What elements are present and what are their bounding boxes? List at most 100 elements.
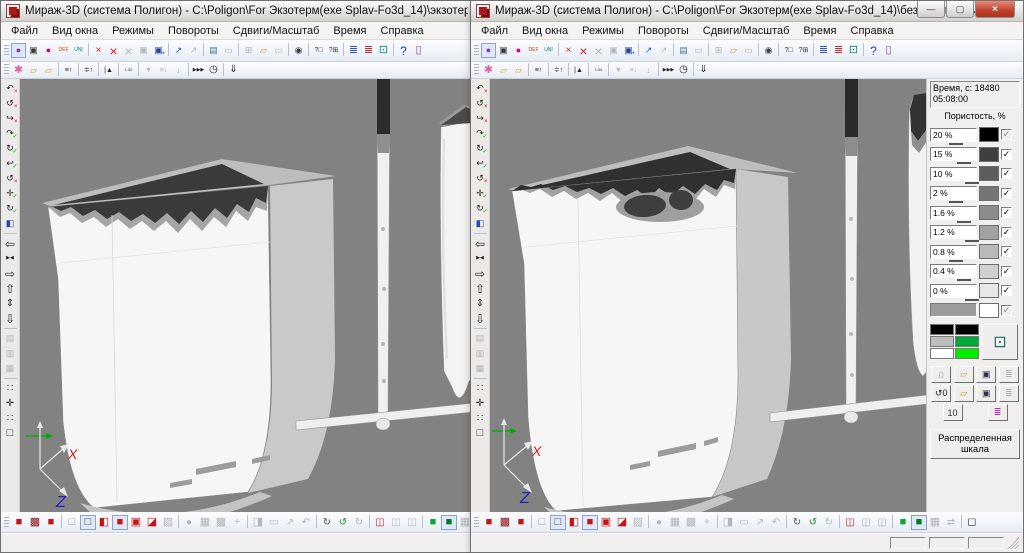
scale-value-slider[interactable] — [949, 201, 963, 203]
scale-color-swatch[interactable] — [979, 225, 999, 240]
menu-view-window[interactable]: Вид окна — [515, 24, 575, 38]
time-sort-up-icon[interactable]: ≡↑ — [531, 63, 546, 78]
palette-color-cell[interactable] — [955, 348, 979, 359]
folder-export-icon[interactable]: ▱ — [256, 43, 271, 58]
palette-color-cell[interactable] — [930, 324, 954, 335]
palette-icon[interactable]: ● — [481, 43, 496, 58]
rotate-x-pos-icon[interactable]: ↷✓ — [472, 126, 489, 141]
menu-modes[interactable]: Режимы — [575, 24, 631, 38]
cube-outline-icon[interactable]: ◻ — [964, 515, 980, 530]
folder-open-icon[interactable]: ▱ — [26, 63, 41, 78]
time-sort-up-icon[interactable]: ≡↑ — [61, 63, 76, 78]
help-icon[interactable]: ? — [396, 43, 411, 58]
render-mode-icon[interactable]: ▣ — [496, 43, 511, 58]
window-info2-icon[interactable]: ?⊞ — [326, 43, 341, 58]
menu-modes[interactable]: Режимы — [105, 24, 161, 38]
pan-down-icon[interactable]: ⇩ — [2, 311, 19, 326]
scale-value-slider[interactable] — [957, 162, 971, 164]
delete-all-icon[interactable]: × — [576, 43, 591, 58]
toolbar-grip[interactable] — [474, 64, 479, 76]
scale-value-field[interactable]: 0.4 % — [930, 264, 977, 278]
cube-green-icon[interactable]: ■ — [895, 515, 911, 530]
menu-help[interactable]: Справка — [844, 24, 901, 38]
folder-open2-icon[interactable]: ▱ — [511, 63, 526, 78]
view-cube-icon[interactable]: ◧ — [2, 216, 19, 231]
cube-wire-icon[interactable]: □ — [550, 515, 566, 530]
cube-hatch-icon[interactable]: ▩ — [497, 515, 513, 530]
chart-icon[interactable]: ↗ — [171, 43, 186, 58]
delete-point-icon[interactable]: × — [561, 43, 576, 58]
help-icon[interactable]: ? — [866, 43, 881, 58]
pan-up-icon[interactable]: ⇧ — [472, 281, 489, 296]
zoom-in-icon[interactable]: ∷ — [472, 381, 489, 396]
zoom-out-icon[interactable]: ∷ — [2, 411, 19, 426]
time-grid-icon[interactable]: 1:30 — [121, 63, 136, 78]
delete-point-icon[interactable]: × — [91, 43, 106, 58]
scale-visibility-checkbox[interactable]: ✓ — [1001, 285, 1012, 296]
scale-value-slider[interactable] — [965, 299, 979, 301]
cube-green-icon[interactable]: ■ — [425, 515, 441, 530]
refresh-green-icon[interactable]: ↺ — [805, 515, 821, 530]
chart-icon[interactable]: ↗ — [641, 43, 656, 58]
rotate-y-neg-icon[interactable]: ↺× — [472, 96, 489, 111]
viewport-3d[interactable]: X Z — [20, 79, 473, 512]
scale-color-swatch[interactable] — [979, 283, 999, 298]
view-cube-icon[interactable]: ◧ — [472, 216, 489, 231]
scale-color-swatch[interactable] — [979, 244, 999, 259]
cube-solid-icon[interactable]: ■ — [481, 515, 497, 530]
refresh-green-icon[interactable]: ↺ — [335, 515, 351, 530]
cube-solid-icon[interactable]: ■ — [11, 515, 27, 530]
rotate-90-neg-icon[interactable]: ↺× — [2, 171, 19, 186]
center-horizontal-icon[interactable]: ▶◀ — [472, 251, 489, 266]
journal-icon[interactable]: ▯ — [411, 43, 426, 58]
menu-shifts-scale[interactable]: Сдвиги/Масштаб — [696, 24, 797, 38]
scale-color-swatch[interactable] — [979, 205, 999, 220]
list-view-icon[interactable]: ≣ — [816, 43, 831, 58]
layers-icon[interactable]: ≣ — [361, 43, 376, 58]
auto-forward-icon[interactable]: ▶▶▶ — [191, 63, 206, 78]
menu-file[interactable]: Файл — [474, 24, 515, 38]
rotate-x-neg-icon[interactable]: ↶× — [2, 81, 19, 96]
image-export-icon[interactable]: ▤ — [206, 43, 221, 58]
toolbar-grip[interactable] — [474, 517, 479, 529]
cube-slice-icon[interactable]: ◧ — [96, 515, 112, 530]
toolbar-grip[interactable] — [474, 45, 479, 57]
scale-visibility-checkbox[interactable]: ✓ — [1001, 168, 1012, 179]
scale-visibility-checkbox[interactable]: ✓ — [1001, 266, 1012, 277]
auto-to-end-icon[interactable]: ⇓ — [226, 63, 241, 78]
cube-solid2-icon[interactable]: ■ — [112, 515, 128, 530]
zoom-fit-icon[interactable]: ✛ — [472, 396, 489, 411]
scale-color-swatch[interactable] — [979, 127, 999, 142]
save-view-add-icon[interactable]: ▣+ — [151, 43, 166, 58]
render-mode-icon[interactable]: ▣ — [26, 43, 41, 58]
camera-icon[interactable]: ◉ — [291, 43, 306, 58]
rotate-90-neg-icon[interactable]: ↺× — [472, 171, 489, 186]
time-grid-icon[interactable]: 1:30 — [591, 63, 606, 78]
wireframe-box-icon[interactable]: □ — [2, 426, 19, 441]
refresh-outline-icon[interactable]: ↻ — [789, 515, 805, 530]
rotate-axes-icon[interactable]: ✛✓ — [472, 186, 489, 201]
rotate-axes-icon[interactable]: ✛✓ — [2, 186, 19, 201]
cube-round-icon[interactable]: ■ — [513, 515, 529, 530]
palette-color-cell[interactable] — [955, 324, 979, 335]
resize-grip[interactable] — [1007, 537, 1019, 549]
cube-slice-icon[interactable]: ◧ — [566, 515, 582, 530]
scale-value-slider[interactable] — [965, 240, 979, 242]
list-view-icon[interactable]: ≣ — [346, 43, 361, 58]
folder-open-icon[interactable]: ▱ — [496, 63, 511, 78]
scale-value-field[interactable]: 1.2 % — [930, 225, 977, 239]
uni-palette-icon[interactable]: UNI — [541, 43, 556, 58]
menu-rotations[interactable]: Повороты — [631, 24, 696, 38]
menu-time[interactable]: Время — [326, 24, 373, 38]
scale-value-slider[interactable] — [957, 279, 971, 281]
cube-hatch-icon[interactable]: ▩ — [27, 515, 43, 530]
scale-load-button[interactable]: ▱ — [954, 366, 974, 383]
cube-green2-icon[interactable]: ■ — [441, 515, 457, 530]
menu-rotations[interactable]: Повороты — [161, 24, 226, 38]
rotate-90-pos-icon[interactable]: ↻✓ — [472, 201, 489, 216]
scale-visibility-checkbox[interactable]: ✓ — [1001, 227, 1012, 238]
toolbar-grip[interactable] — [4, 517, 9, 529]
def-palette-icon[interactable]: DEF — [56, 43, 71, 58]
close-button[interactable]: × — [975, 1, 1015, 18]
apply-to-model-button[interactable]: ⊡ — [982, 324, 1018, 360]
